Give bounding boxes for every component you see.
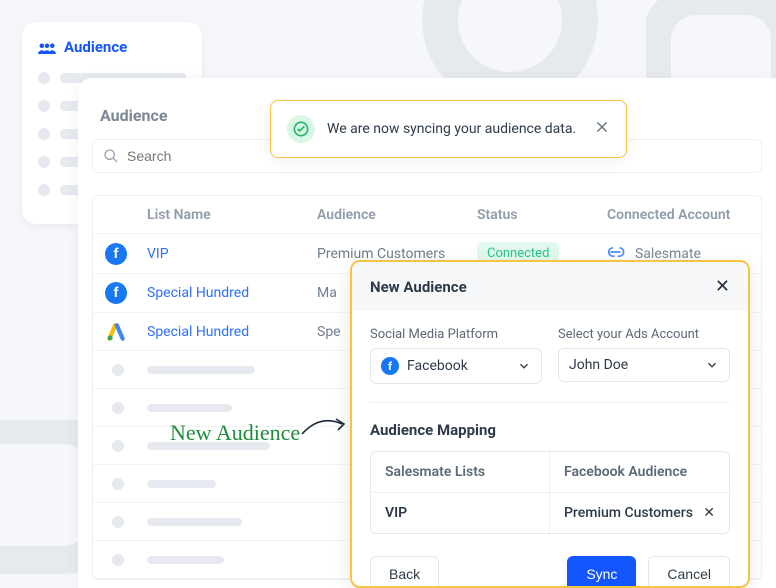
nav-card-title: Audience [64,38,127,56]
toast-message: We are now syncing your audience data. [327,121,576,137]
account-select[interactable]: John Doe [558,348,730,382]
chevron-down-icon [705,358,719,372]
dialog-title: New Audience [370,278,467,296]
new-audience-dialog: New Audience ✕ Social Media Platform f F… [350,260,750,588]
platform-select[interactable]: f Facebook [370,348,542,384]
mapping-remove-button[interactable]: ✕ [703,505,715,521]
cancel-button[interactable]: Cancel [648,556,730,588]
search-icon [103,148,119,164]
header-audience: Audience [309,197,469,233]
mapping-title: Audience Mapping [370,421,730,439]
chevron-down-icon [517,359,531,373]
mapping-row: VIP Premium Customers ✕ [371,493,729,533]
mapping-header-right: Facebook Audience [550,452,729,493]
google-ads-icon [106,322,126,342]
platform-label: Social Media Platform [370,327,542,342]
annotation-new-audience: New Audience [170,420,300,446]
audience-icon [38,40,56,54]
cell-list-name[interactable]: VIP [139,238,309,270]
cell-list-name[interactable]: Special Hundred [139,316,309,348]
check-circle-icon [287,115,315,143]
mapping-cell-right: Premium Customers ✕ [550,493,729,533]
facebook-icon: f [105,282,127,304]
header-list-name: List Name [139,197,309,233]
header-status: Status [469,197,599,233]
table-header-row: List Name Audience Status Connected Acco… [93,196,761,234]
account-label: Select your Ads Account [558,327,730,342]
sync-toast: We are now syncing your audience data. [270,100,627,158]
arrow-icon [300,416,350,440]
mapping-header-left: Salesmate Lists [371,452,550,493]
dialog-close-button[interactable]: ✕ [715,276,730,297]
facebook-icon: f [381,357,399,375]
back-button[interactable]: Back [370,556,439,588]
mapping-table: Salesmate Lists Facebook Audience VIP Pr… [370,451,730,534]
toast-close-button[interactable] [594,119,610,139]
sync-button[interactable]: Sync [567,556,636,588]
facebook-icon: f [105,243,127,265]
cell-list-name[interactable]: Special Hundred [139,277,309,309]
dialog-header: New Audience ✕ [352,262,748,311]
mapping-cell-left: VIP [371,493,550,533]
header-connected: Connected Account [599,197,761,233]
